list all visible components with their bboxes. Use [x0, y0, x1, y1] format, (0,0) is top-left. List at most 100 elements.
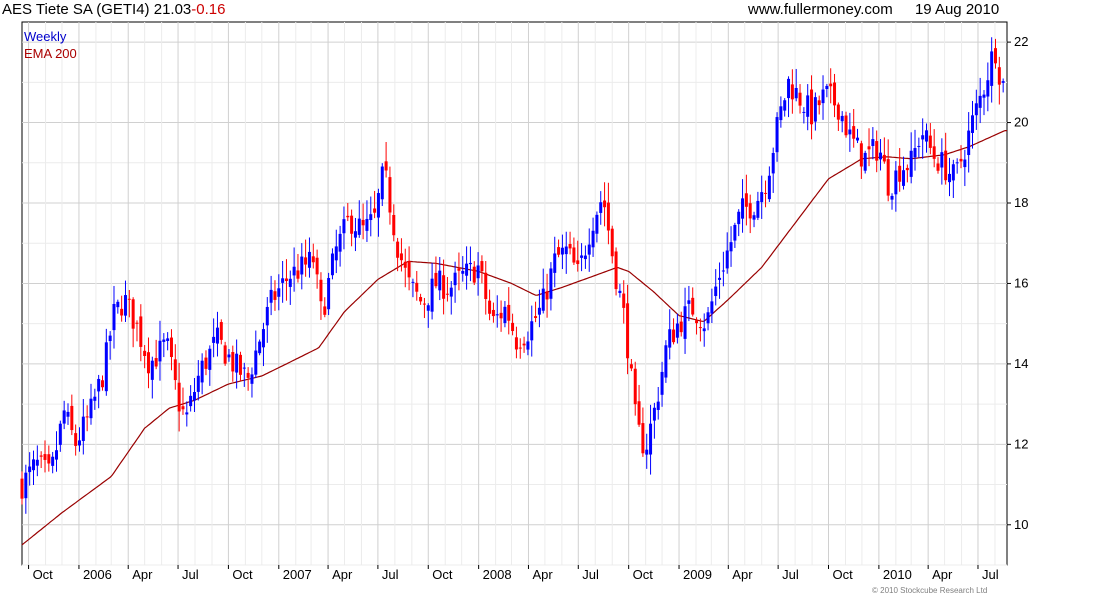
candle-body — [208, 348, 212, 370]
candle-body — [143, 350, 147, 356]
candle-body — [219, 322, 223, 340]
candle-body — [629, 364, 633, 369]
candle-body — [81, 416, 85, 441]
x-tick-label: 2006 — [83, 567, 112, 582]
candle-body — [695, 320, 699, 324]
candle-body — [62, 410, 66, 424]
candle-body — [445, 293, 449, 295]
candle-body — [990, 51, 994, 86]
candle-body — [93, 396, 97, 401]
candle-body — [844, 115, 848, 136]
candle-body — [917, 145, 921, 147]
candle-body — [97, 378, 101, 392]
candle-body — [346, 215, 350, 218]
candle-body — [534, 316, 538, 319]
candle-body — [89, 398, 93, 419]
candle-body — [921, 135, 925, 140]
candle-body — [882, 154, 886, 162]
candle-body — [664, 345, 668, 378]
candle-body — [744, 193, 748, 207]
candle-body — [484, 272, 488, 299]
candle-body — [710, 301, 714, 314]
candle-body — [284, 278, 288, 282]
candle-body — [43, 454, 47, 460]
candle-body — [261, 329, 265, 348]
candle-body — [679, 321, 683, 333]
candle-body — [177, 382, 181, 412]
candle-body — [978, 95, 982, 108]
x-axis: Oct 2006 Apr Jul Oct 2007 Apr Jul Oct 2008 Apr Jul O… — [28, 565, 999, 582]
candle-body — [426, 305, 430, 311]
candle-body — [576, 260, 580, 265]
candle-body — [982, 94, 986, 98]
candle-body — [545, 291, 549, 300]
candle-body — [246, 372, 250, 378]
candle-body — [848, 129, 852, 135]
y-tick-label: 10 — [1014, 517, 1028, 532]
x-tick-label: Oct — [232, 567, 253, 582]
legend-weekly: Weekly — [24, 29, 67, 44]
candle-body — [948, 173, 952, 183]
candle-body — [718, 277, 722, 280]
candle-body — [254, 350, 258, 375]
candle-body — [330, 253, 334, 276]
candle-body — [438, 270, 442, 291]
x-tick-label: Apr — [732, 567, 753, 582]
candle-body — [852, 126, 856, 139]
candle-body — [323, 306, 327, 315]
candle-body — [871, 139, 875, 147]
candle-body — [649, 423, 653, 455]
x-tick-label: 2009 — [683, 567, 712, 582]
candle-body — [798, 92, 802, 106]
candle-body — [376, 193, 380, 218]
candle-body — [434, 272, 438, 287]
candle-body — [338, 233, 342, 252]
candle-body — [775, 117, 779, 153]
candle-body — [296, 270, 300, 279]
candle-body — [909, 150, 913, 177]
candle-body — [537, 307, 541, 315]
candle-body — [986, 80, 990, 97]
candle-body — [100, 380, 104, 388]
candle-body — [971, 115, 975, 133]
candle-body — [311, 256, 315, 263]
candle-body — [350, 215, 354, 234]
candle-body — [392, 214, 396, 236]
candle-body — [641, 423, 645, 454]
candle-body — [840, 115, 844, 122]
candle-body — [706, 312, 710, 324]
candle-body — [373, 208, 377, 213]
candle-body — [54, 450, 58, 460]
candle-body — [587, 244, 591, 255]
candle-body — [396, 241, 400, 258]
y-tick-label: 16 — [1014, 275, 1028, 290]
candle-body — [790, 84, 794, 100]
candle-body — [334, 246, 338, 261]
candle-body — [407, 261, 411, 278]
candle-body — [530, 321, 534, 341]
x-tick-label: 2008 — [483, 567, 512, 582]
candle-body — [223, 345, 227, 364]
candle-body — [507, 304, 511, 321]
candle-body — [353, 231, 357, 238]
candle-body — [737, 211, 741, 225]
y-tick-label: 14 — [1014, 356, 1028, 371]
candle-body — [783, 100, 787, 111]
candle-body — [442, 275, 446, 299]
candle-body — [511, 322, 515, 332]
candle-body — [139, 316, 143, 347]
candle-body — [963, 159, 967, 168]
candle-body — [905, 167, 909, 171]
x-tick-label: Oct — [33, 567, 54, 582]
candle-body — [902, 170, 906, 186]
candle-body — [411, 281, 415, 283]
x-tick-label: Apr — [132, 567, 153, 582]
candle-body — [879, 152, 883, 160]
x-tick-label: Apr — [532, 567, 553, 582]
x-tick-label: Apr — [932, 567, 953, 582]
candle-body — [250, 374, 254, 384]
candle-body — [258, 341, 262, 354]
candle-body — [940, 152, 944, 168]
candle-body — [468, 262, 472, 265]
candle-body — [319, 279, 323, 302]
